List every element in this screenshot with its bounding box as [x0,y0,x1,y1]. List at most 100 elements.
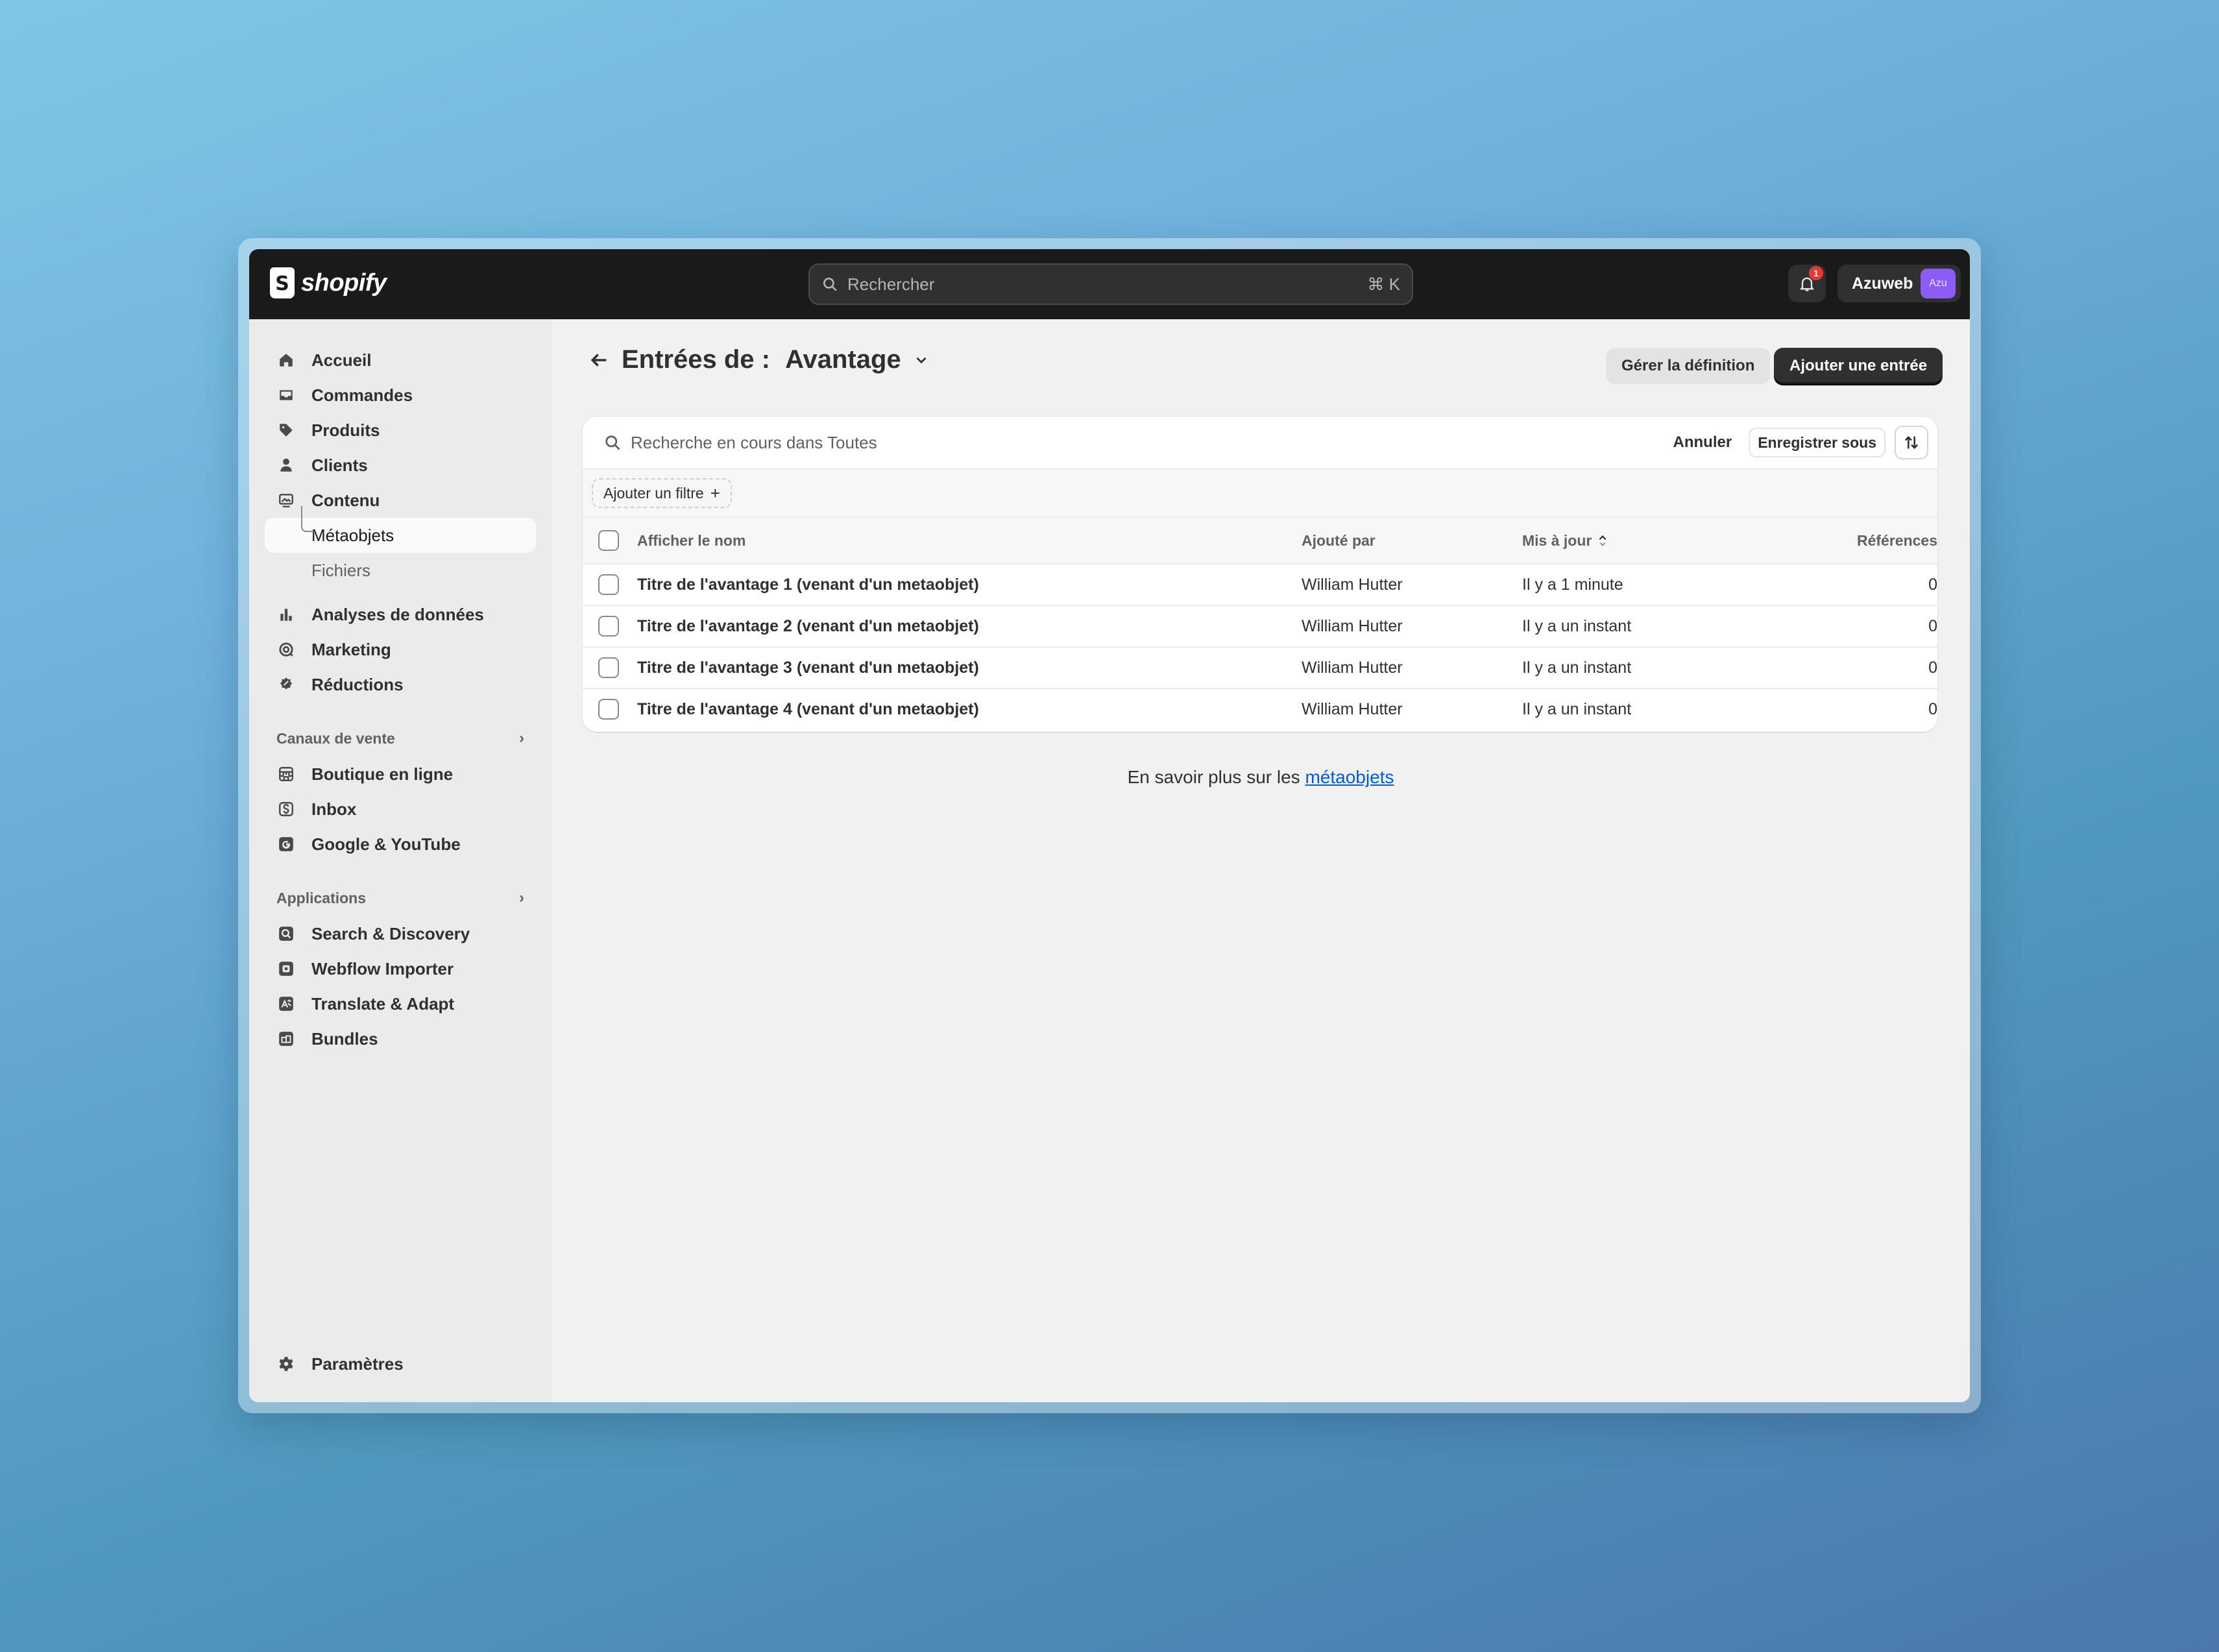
filter-chips: Ajouter un filtre + [583,468,1937,516]
sidebar-item-commandes[interactable]: Commandes [265,378,536,413]
target-icon [276,640,296,659]
column-header-updated[interactable]: Mis à jour [1522,532,1847,550]
brand-name: shopify [301,269,387,297]
arrow-left-icon[interactable] [588,349,610,371]
entry-name[interactable]: Titre de l'avantage 2 (venant d'un metao… [637,617,1302,636]
sidebar-item-google[interactable]: Google & YouTube [265,827,536,862]
page-header: Entrées de : Avantage [588,345,930,374]
sidebar-item-label: Analyses de données [311,604,484,624]
chevron-right-icon: › [519,729,524,747]
sidebar-item-label: Clients [311,455,368,475]
row-checkbox[interactable] [598,574,619,595]
cancel-button[interactable]: Annuler [1673,433,1732,452]
column-header-references[interactable]: Références [1847,532,1937,550]
sidebar-item-translate-adapt[interactable]: Translate & Adapt [265,986,536,1021]
bar-chart-icon [276,605,296,624]
sidebar-item-search-discovery[interactable]: Search & Discovery [265,916,536,951]
store-icon [276,764,296,784]
sidebar-item-accueil[interactable]: Accueil [265,343,536,378]
table-row[interactable]: Titre de l'avantage 1 (venant d'un metao… [583,563,1937,605]
chevron-down-icon[interactable] [913,352,930,369]
page-title-prefix: Entrées de : [622,345,770,374]
sidebar-item-label: Bundles [311,1028,378,1049]
inbox-icon [276,385,296,405]
sidebar-item-label: Translate & Adapt [311,993,455,1014]
entry-added-by: William Hutter [1302,658,1403,677]
sidebar-item-bundles[interactable]: Bundles [265,1021,536,1056]
discount-icon [276,675,296,694]
manage-definition-button[interactable]: Gérer la définition [1606,348,1771,384]
importer-app-icon [276,959,296,978]
sidebar-item-label: Fichiers [311,560,371,580]
entry-updated: Il y a 1 minute [1522,575,1623,594]
column-header-added-by[interactable]: Ajouté par [1302,532,1522,550]
add-entry-button[interactable]: Ajouter une entrée [1774,348,1943,384]
save-as-button[interactable]: Enregistrer sous [1749,428,1886,457]
entry-name[interactable]: Titre de l'avantage 4 (venant d'un metao… [637,700,1302,719]
column-header-name[interactable]: Afficher le nom [637,532,1302,550]
sort-button[interactable] [1895,426,1928,459]
entry-references: 0 [1928,658,1937,677]
search-icon [605,435,620,450]
row-checkbox[interactable] [598,616,619,637]
entry-added-by: William Hutter [1302,699,1403,718]
section-title: Applications [276,889,367,906]
account-name: Azuweb [1852,274,1913,293]
add-filter-label: Ajouter un filtre [603,484,704,502]
notification-badge: 1 [1809,266,1823,280]
sidebar-item-label: Inbox [311,799,357,819]
sidebar-item-reductions[interactable]: Réductions [265,667,536,702]
entry-added-by: William Hutter [1302,575,1403,594]
translate-app-icon [276,994,296,1014]
sidebar-item-inbox[interactable]: Inbox [265,792,536,827]
global-search-input[interactable]: Rechercher ⌘ K [808,263,1413,305]
table-row[interactable]: Titre de l'avantage 3 (venant d'un metao… [583,646,1937,688]
image-icon [276,491,296,510]
row-checkbox[interactable] [598,699,619,720]
sidebar-item-label: Contenu [311,490,380,510]
table-row[interactable]: Titre de l'avantage 4 (venant d'un metao… [583,688,1937,729]
app-window: shopify Rechercher ⌘ K 1 Azuweb Azu Accu… [249,249,1970,1402]
avatar: Azu [1921,269,1956,298]
google-icon [276,834,296,854]
applications-header[interactable]: Applications › [265,880,536,916]
sidebar-item-parametres[interactable]: Paramètres [265,1346,536,1381]
shopify-logo[interactable]: shopify [270,267,387,298]
column-header-updated-label: Mis à jour [1522,531,1592,549]
table-header: Afficher le nom Ajouté par Mis à jour Ré… [583,516,1937,563]
filter-bar: Recherche en cours dans Toutes Annuler E… [583,417,1937,468]
sidebar-item-produits[interactable]: Produits [265,413,536,448]
account-menu-button[interactable]: Azuweb Azu [1837,265,1961,302]
search-shortcut: ⌘ K [1367,274,1400,294]
sidebar-item-clients[interactable]: Clients [265,448,536,483]
sales-channels-header[interactable]: Canaux de vente › [265,720,536,757]
notifications-button[interactable]: 1 [1788,265,1826,302]
top-bar: shopify Rechercher ⌘ K 1 Azuweb Azu [249,249,1970,319]
sidebar: Accueil Commandes Produits Clients Conte… [249,319,552,1402]
table-row[interactable]: Titre de l'avantage 2 (venant d'un metao… [583,605,1937,646]
page-title: Entrées de : Avantage [622,345,901,374]
sidebar-item-label: Webflow Importer [311,958,454,978]
search-icon [823,278,837,291]
shopify-bag-icon [270,267,295,298]
sidebar-item-metaobjets[interactable]: Métaobjets [265,506,536,553]
add-filter-button[interactable]: Ajouter un filtre + [592,478,732,508]
sidebar-item-fichiers[interactable]: Fichiers [265,553,536,588]
sidebar-item-webflow-importer[interactable]: Webflow Importer [265,951,536,986]
row-checkbox[interactable] [598,657,619,678]
sort-arrows-icon [1904,436,1919,449]
entry-updated: Il y a un instant [1522,699,1632,718]
page-title-type: Avantage [785,345,901,374]
metaobjects-help-link[interactable]: métaobjets [1305,767,1394,787]
select-all-checkbox[interactable] [598,530,619,551]
home-icon [276,350,296,370]
entry-name[interactable]: Titre de l'avantage 3 (venant d'un metao… [637,659,1302,677]
entry-name[interactable]: Titre de l'avantage 1 (venant d'un metao… [637,576,1302,594]
sidebar-item-marketing[interactable]: Marketing [265,632,536,667]
entry-references: 0 [1928,575,1937,594]
learn-more-text: En savoir plus sur les métaobjets [552,767,1970,788]
sidebar-item-analyses[interactable]: Analyses de données [265,597,536,632]
sidebar-item-boutique[interactable]: Boutique en ligne [265,757,536,792]
chevron-right-icon: › [519,889,524,906]
search-entries-input[interactable]: Recherche en cours dans Toutes [631,433,1673,453]
